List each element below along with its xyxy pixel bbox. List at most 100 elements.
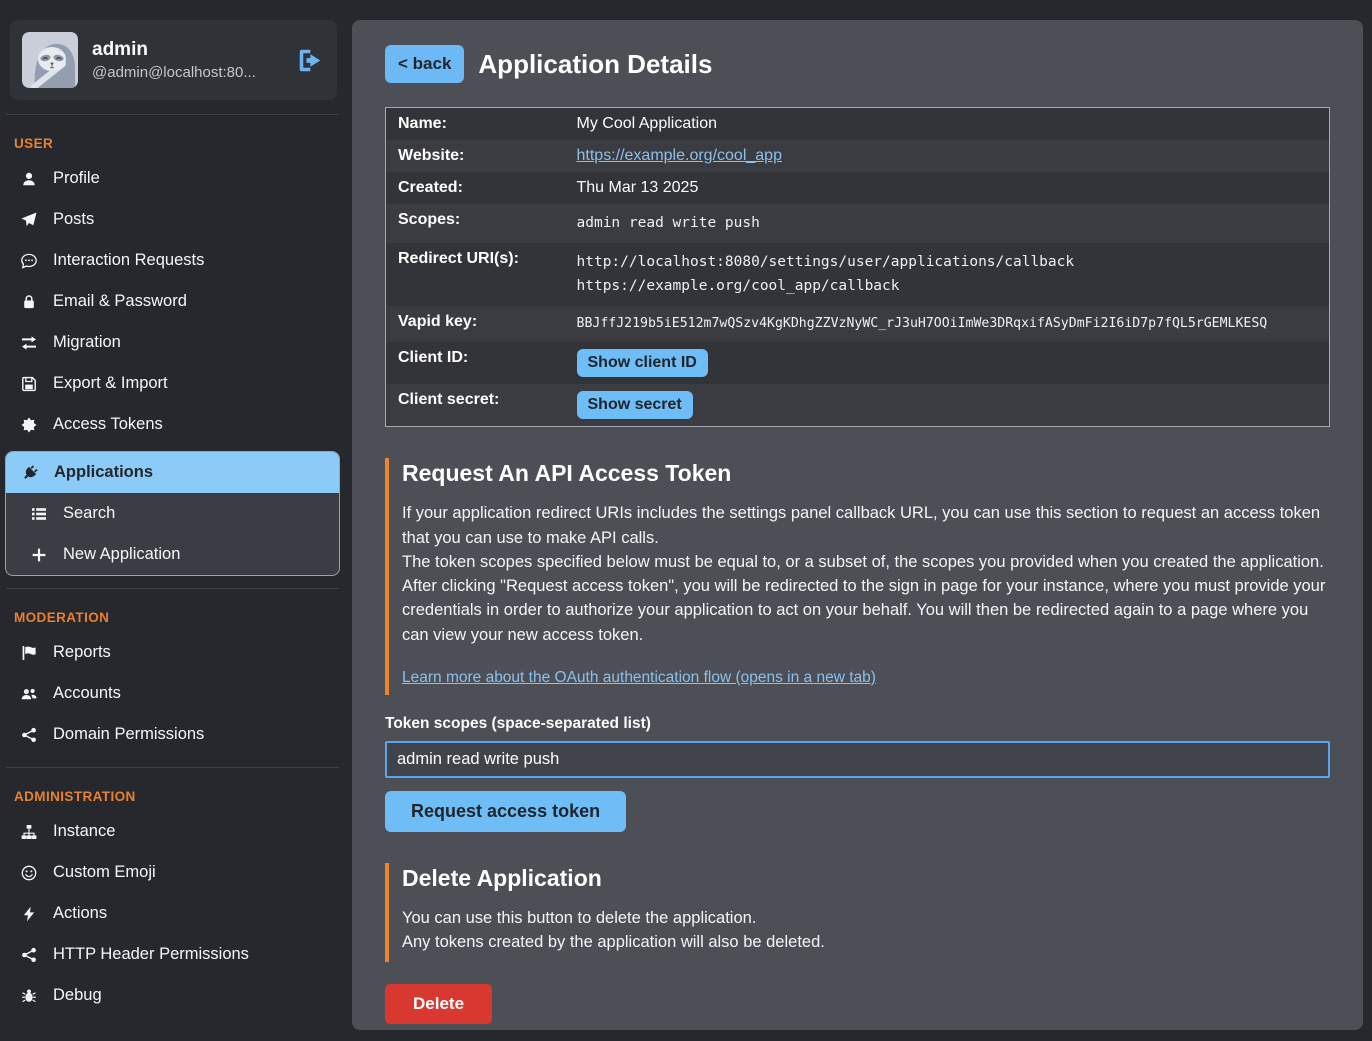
sidebar-item-actions[interactable]: Actions — [0, 893, 345, 934]
oauth-docs-link[interactable]: Learn more about the OAuth authenticatio… — [402, 669, 876, 687]
sidebar-item-label: Posts — [53, 210, 94, 229]
paragraph: You can use this button to delete the ap… — [402, 906, 1330, 930]
mono-value: admin read write push — [577, 211, 1324, 236]
row-value: admin read write push — [571, 204, 1330, 243]
row-label: Website: — [386, 140, 571, 172]
application-details-table: Name: My Cool Application Website: https://… — [385, 107, 1330, 427]
website-link[interactable]: https://example.org/cool_app — [577, 147, 782, 164]
text-value: My Cool Application — [577, 115, 718, 132]
row-label: Client ID: — [386, 342, 571, 384]
delete-application-description: Delete Application You can use this butt… — [385, 863, 1330, 963]
exchange-icon — [20, 335, 38, 351]
sidebar-item-custom-emoji[interactable]: Custom Emoji — [0, 852, 345, 893]
token-scopes-input[interactable] — [385, 741, 1330, 778]
sidebar-item-label: Accounts — [53, 684, 121, 703]
certificate-icon — [20, 417, 38, 433]
row-value: BBJffJ219b5iE512m7wQSzv4KgKDhgZZVzNyWC_r… — [571, 306, 1330, 342]
sidebar-item-profile[interactable]: Profile — [0, 158, 345, 199]
sidebar-item-domain-permissions[interactable]: Domain Permissions — [0, 714, 345, 755]
sidebar-item-label: Instance — [53, 822, 115, 841]
sidebar-item-label: Applications — [54, 463, 153, 482]
page-title: Application Details — [478, 49, 712, 80]
request-token-description: Request An API Access Token If your appl… — [385, 458, 1330, 695]
sidebar-section-header: ADMINISTRATION — [0, 780, 345, 811]
sidebar-item-new-application[interactable]: New Application — [6, 534, 339, 575]
sidebar-item-instance[interactable]: Instance — [0, 811, 345, 852]
user-card[interactable]: admin @admin@localhost:80... — [10, 20, 337, 100]
users-icon — [20, 686, 38, 702]
sidebar-item-debug[interactable]: Debug — [0, 975, 345, 1016]
request-token-paragraphs: If your application redirect URIs includ… — [402, 501, 1330, 647]
row-value: Show secret — [571, 384, 1330, 427]
lock-icon — [20, 294, 38, 310]
back-button[interactable]: < back — [385, 45, 464, 83]
sidebar-section-header: MODERATION — [0, 601, 345, 632]
sidebar-item-posts[interactable]: Posts — [0, 199, 345, 240]
show-secret-button[interactable]: Show secret — [577, 391, 693, 419]
sidebar-item-email-password[interactable]: Email & Password — [0, 281, 345, 322]
comment-dots-icon — [20, 253, 38, 269]
row-value: https://example.org/cool_app — [571, 140, 1330, 172]
sidebar-item-label: New Application — [63, 545, 180, 564]
table-row: Redirect URI(s):http://localhost:8080/se… — [386, 243, 1330, 306]
token-request-form: Token scopes (space-separated list) Requ… — [385, 715, 1330, 832]
floppy-icon — [20, 376, 38, 392]
sidebar-item-label: Migration — [53, 333, 121, 352]
sidebar-item-label: Domain Permissions — [53, 725, 204, 744]
sidebar-item-label: Debug — [53, 986, 102, 1005]
sloth-avatar — [22, 32, 78, 88]
sidebar-item-reports[interactable]: Reports — [0, 632, 345, 673]
show-client-id-button[interactable]: Show client ID — [577, 349, 708, 377]
row-label: Vapid key: — [386, 306, 571, 342]
sidebar-item-label: Reports — [53, 643, 111, 662]
flag-icon — [20, 645, 38, 661]
text-value: Thu Mar 13 2025 — [577, 179, 699, 196]
sidebar-item-accounts[interactable]: Accounts — [0, 673, 345, 714]
sidebar-item-access-tokens[interactable]: Access Tokens — [0, 404, 345, 445]
mono-value: BBJffJ219b5iE512m7wQSzv4KgKDhgZZVzNyWC_r… — [577, 313, 1324, 335]
sidebar-group-applications: Applications Search New Application — [5, 451, 340, 576]
sign-out-icon[interactable] — [296, 47, 323, 74]
table-row: Scopes:admin read write push — [386, 204, 1330, 243]
divider — [6, 588, 339, 589]
row-label: Scopes: — [386, 204, 571, 243]
delete-button[interactable]: Delete — [385, 984, 492, 1024]
sidebar-item-applications[interactable]: Applications — [6, 452, 339, 493]
table-row: Vapid key: BBJffJ219b5iE512m7wQSzv4KgKDhg… — [386, 306, 1330, 342]
sidebar-item-label: Export & Import — [53, 374, 168, 393]
bolt-icon — [20, 906, 38, 922]
smile-icon — [20, 865, 38, 881]
sidebar-item-search[interactable]: Search — [6, 493, 339, 534]
paragraph: After clicking "Request access token", y… — [402, 574, 1330, 647]
table-row: Website: https://example.org/cool_app — [386, 140, 1330, 172]
row-label: Client secret: — [386, 384, 571, 427]
divider — [6, 114, 339, 115]
sidebar-item-label: Actions — [53, 904, 107, 923]
sidebar-item-export-import[interactable]: Export & Import — [0, 363, 345, 404]
request-token-heading: Request An API Access Token — [402, 460, 1330, 487]
delete-application-heading: Delete Application — [402, 865, 1330, 892]
request-access-token-button[interactable]: Request access token — [385, 791, 626, 832]
list-icon — [30, 506, 48, 522]
paragraph: If your application redirect URIs includ… — [402, 501, 1330, 550]
sitemap-icon — [20, 824, 38, 840]
user-icon — [20, 171, 38, 187]
row-label: Name: — [386, 108, 571, 141]
sidebar-item-migration[interactable]: Migration — [0, 322, 345, 363]
sidebar-item-http-header-permissions[interactable]: HTTP Header Permissions — [0, 934, 345, 975]
delete-paragraphs: You can use this button to delete the ap… — [402, 906, 1330, 955]
paragraph: Any tokens created by the application wi… — [402, 930, 1330, 954]
page-header: < back Application Details — [385, 45, 1330, 83]
sidebar-item-label: Search — [63, 504, 115, 523]
row-value: Thu Mar 13 2025 — [571, 172, 1330, 204]
delete-application-section: Delete Application You can use this butt… — [385, 863, 1330, 1025]
paragraph: The token scopes specified below must be… — [402, 550, 1330, 574]
main-panel: < back Application Details Name: My Cool … — [352, 20, 1363, 1030]
user-meta: admin @admin@localhost:80... — [92, 39, 256, 81]
mono-value: https://example.org/cool_app/callback — [577, 274, 1324, 299]
sidebar-item-label: Profile — [53, 169, 100, 188]
sidebar-item-label: Custom Emoji — [53, 863, 156, 882]
user-name: admin — [92, 39, 256, 61]
sidebar-item-interaction-requests[interactable]: Interaction Requests — [0, 240, 345, 281]
share-nodes-icon — [20, 947, 38, 963]
